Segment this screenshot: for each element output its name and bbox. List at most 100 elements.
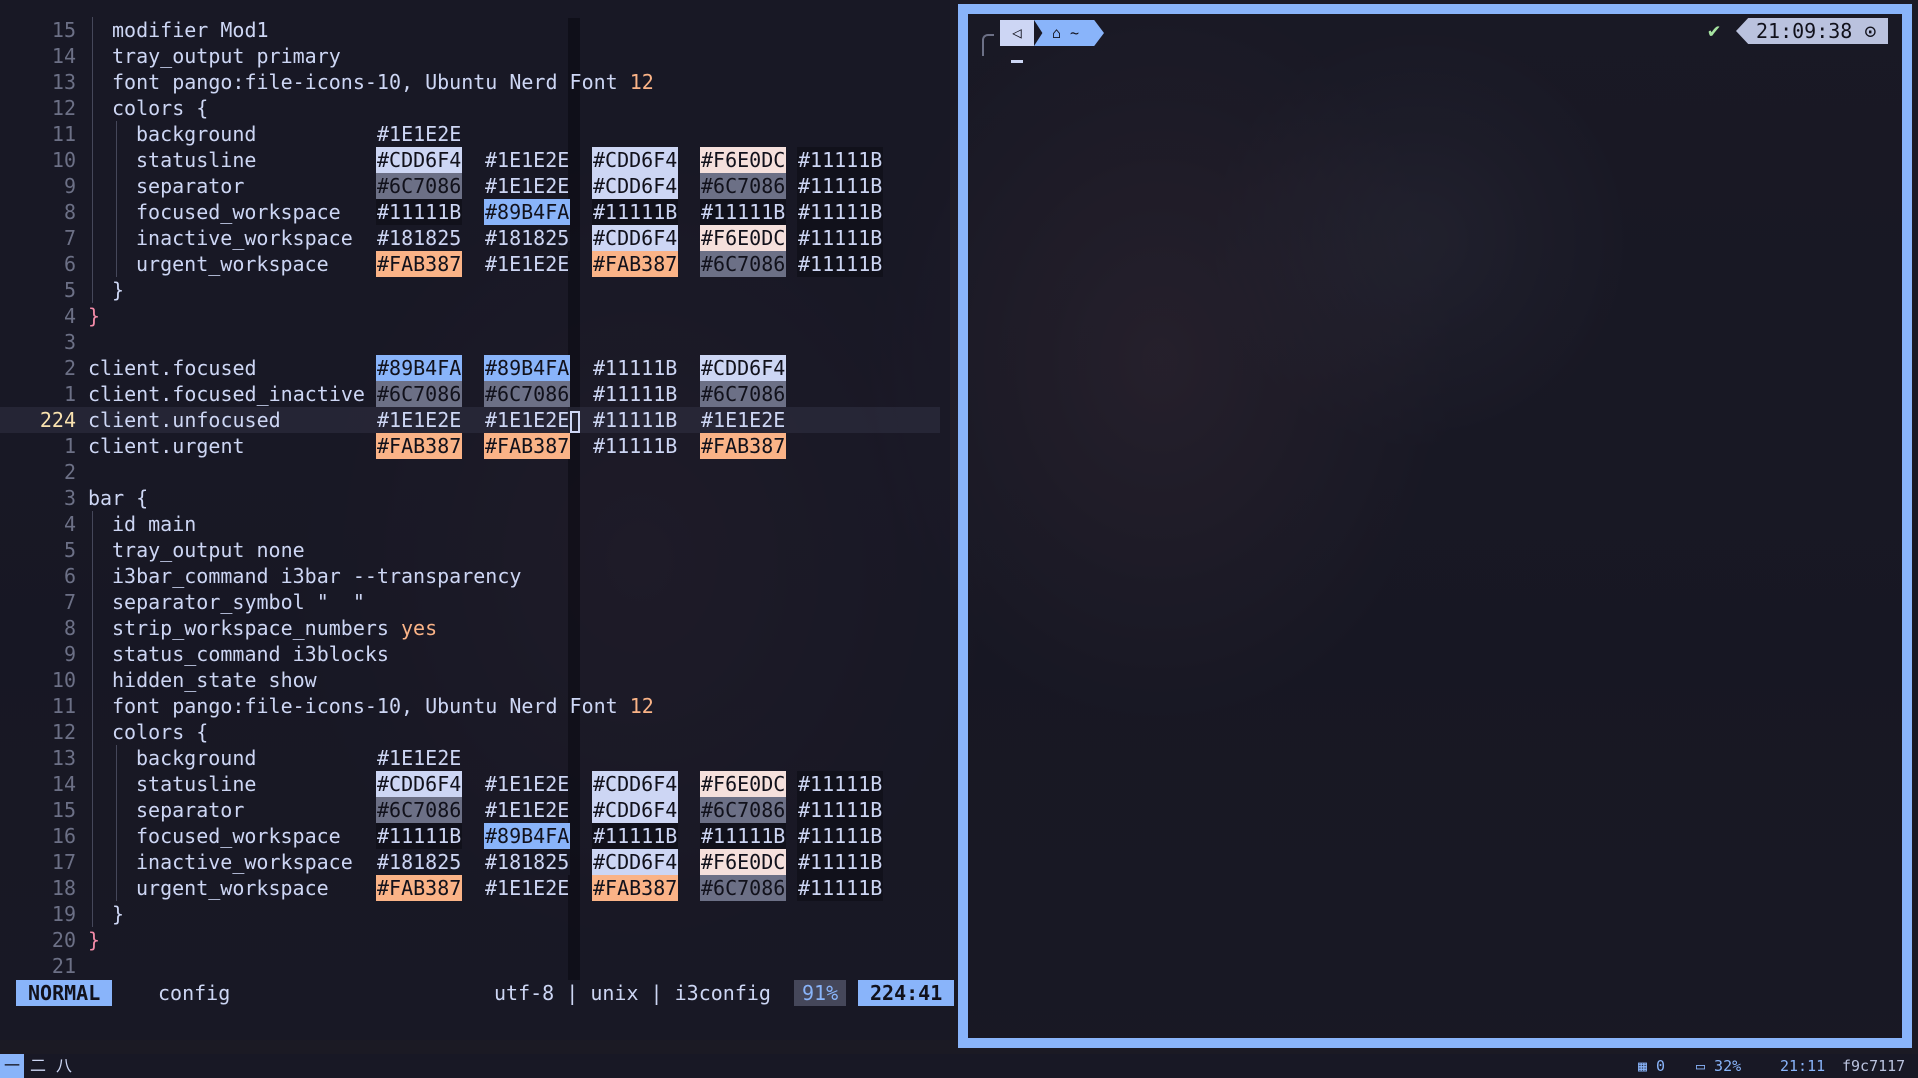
code-line[interactable]: 4} xyxy=(0,303,940,329)
code-text: background xyxy=(136,121,256,147)
color-hex: #6C7086 xyxy=(701,252,786,276)
workspace-2[interactable]: 二 xyxy=(26,1054,50,1078)
code-token: client.focused xyxy=(88,356,257,380)
code-line[interactable]: 14 tray_output primary xyxy=(0,43,940,69)
color-hex: #89B4FA xyxy=(377,356,462,380)
code-line[interactable]: 17 inactive_workspace #181825 #181825 #CDD6F… xyxy=(0,849,940,875)
keyword-token: yes xyxy=(400,616,438,640)
color-value: #6C7086 xyxy=(484,381,571,407)
color-value: #CDD6F4 xyxy=(700,355,787,381)
line-number: 12 xyxy=(51,720,76,744)
code-line[interactable]: 2 client.focused #89B4FA #89B4FA #11111B #CDD… xyxy=(0,355,940,381)
code-line[interactable]: 19} xyxy=(0,901,940,927)
code-line[interactable]: 4 id main xyxy=(0,511,940,537)
focused-window-border xyxy=(958,4,1912,1048)
code-line[interactable]: 20} xyxy=(0,927,940,953)
color-value: #89B4FA xyxy=(484,355,571,381)
editor-pane[interactable]: 15 modifier Mod1 14 tray_output primary 13 fo… xyxy=(0,0,955,1040)
color-value: #11111B xyxy=(700,199,787,225)
color-value: #F6E0DC xyxy=(700,147,787,173)
code-line[interactable]: 12 colors { xyxy=(0,95,940,121)
line-number: 15 xyxy=(51,798,76,822)
color-hex: #CDD6F4 xyxy=(593,850,678,874)
color-value: #CDD6F4 xyxy=(376,771,463,797)
line-number: 11 xyxy=(51,694,76,718)
code-token: bar { xyxy=(88,486,149,510)
code-line[interactable]: 11 font pango:file-icons-10, Ubuntu Nerd … xyxy=(0,693,940,719)
color-value: #181825 xyxy=(376,849,463,875)
code-line[interactable]: 16 focused_workspace #11111B #89B4FA #11111B… xyxy=(0,823,940,849)
code-line[interactable]: 1 client.focused_inactive #6C7086 #6C7086 #1… xyxy=(0,381,940,407)
line-number: 4 xyxy=(63,512,76,536)
color-value: #11111B xyxy=(797,173,884,199)
code-line[interactable]: 8 focused_workspace #11111B #89B4FA #11111B #… xyxy=(0,199,940,225)
code-text: i3bar_command i3bar --transparency xyxy=(112,563,521,589)
line-number: 11 xyxy=(51,122,76,146)
code-line[interactable]: 3 xyxy=(0,329,940,355)
code-line[interactable]: 21 xyxy=(0,953,940,979)
color-value: #89B4FA xyxy=(484,823,571,849)
indent-guide xyxy=(116,147,117,173)
indent-guide xyxy=(92,199,93,225)
code-text: inactive_workspace xyxy=(136,225,353,251)
indent-guide xyxy=(92,17,93,43)
indent-guide xyxy=(92,589,93,615)
color-value: #1E1E2E xyxy=(376,745,462,771)
color-value: #11111B xyxy=(592,407,678,433)
color-value: #FAB387 xyxy=(376,875,463,901)
color-hex: #6C7086 xyxy=(377,174,462,198)
code-line[interactable]: 11 background #1E1E2E xyxy=(0,121,940,147)
code-line[interactable]: 18 urgent_workspace #FAB387 #1E1E2E #FAB387 #… xyxy=(0,875,940,901)
code-line[interactable]: 6 i3bar_command i3bar --transparency xyxy=(0,563,940,589)
code-line[interactable]: 5} xyxy=(0,277,940,303)
indent-guide xyxy=(92,511,93,537)
line-number: 16 xyxy=(51,824,76,848)
time-block: 21:11 xyxy=(1780,1057,1826,1075)
code-line[interactable]: 13 font pango:file-icons-10, Ubuntu Nerd … xyxy=(0,69,940,95)
code-line[interactable]: 3 bar { xyxy=(0,485,940,511)
code-line[interactable]: 13 background #1E1E2E xyxy=(0,745,940,771)
color-hex: #F6E0DC xyxy=(701,148,786,172)
workspace-8[interactable]: 八 xyxy=(52,1054,76,1078)
color-value: #FAB387 xyxy=(592,251,679,277)
indent-guide xyxy=(116,173,117,199)
code-line[interactable]: 12 colors { xyxy=(0,719,940,745)
color-hex: #181825 xyxy=(485,226,570,250)
code-line[interactable]: 5 tray_output none xyxy=(0,537,940,563)
code-line[interactable]: 14 statusline #CDD6F4 #1E1E2E #CDD6F4 #F6E0DC… xyxy=(0,771,940,797)
code-line[interactable]: 7 separator_symbol " " xyxy=(0,589,940,615)
code-text: client.focused_inactive xyxy=(88,381,365,407)
code-line[interactable]: 7 inactive_workspace #181825 #181825 #CDD6F4… xyxy=(0,225,940,251)
line-number: 13 xyxy=(51,70,76,94)
line-number: 21 xyxy=(51,954,76,978)
code-token: i3bar_command i3bar --transparency xyxy=(112,564,522,588)
color-value: #F6E0DC xyxy=(700,771,787,797)
workspace-1[interactable]: 一 xyxy=(0,1054,24,1078)
color-hex: #CDD6F4 xyxy=(593,772,678,796)
code-text: client.unfocused xyxy=(88,407,281,433)
color-value: #11111B xyxy=(797,823,884,849)
prompt-os-segment: ◁ xyxy=(1000,20,1034,46)
color-value: #1E1E2E xyxy=(484,407,581,433)
code-line[interactable]: 15 modifier Mod1 xyxy=(0,17,940,43)
line-number: 18 xyxy=(51,876,76,900)
number-token: 12 xyxy=(629,70,654,94)
code-line[interactable]: 1 client.urgent #FAB387 #FAB387 #11111B #FAB3… xyxy=(0,433,940,459)
code-token: urgent_workspace xyxy=(136,876,329,900)
code-line[interactable]: 10 hidden_state show xyxy=(0,667,940,693)
code-line[interactable]: 2 xyxy=(0,459,940,485)
code-line[interactable]: 9 separator #6C7086 #1E1E2E #CDD6F4 #6C7086 #1… xyxy=(0,173,940,199)
code-token: statusline xyxy=(136,772,257,796)
color-hex: #6C7086 xyxy=(485,382,570,406)
indent-guide xyxy=(92,901,93,927)
code-token: status_command i3blocks xyxy=(112,642,389,666)
code-token: separator xyxy=(136,174,245,198)
code-line[interactable]: 10 statusline #CDD6F4 #1E1E2E #CDD6F4 #F6E0DC… xyxy=(0,147,940,173)
code-line[interactable]: 6 urgent_workspace #FAB387 #1E1E2E #FAB387 #6… xyxy=(0,251,940,277)
code-line[interactable]: 224 client.unfocused #1E1E2E #1E1E2E #11111B… xyxy=(0,407,940,433)
color-hex: #11111B xyxy=(798,252,883,276)
line-number: 224 xyxy=(39,408,76,432)
code-line[interactable]: 15 separator #6C7086 #1E1E2E #CDD6F4 #6C7086 #… xyxy=(0,797,940,823)
code-line[interactable]: 8 strip_workspace_numbers yes xyxy=(0,615,940,641)
code-line[interactable]: 9 status_command i3blocks xyxy=(0,641,940,667)
